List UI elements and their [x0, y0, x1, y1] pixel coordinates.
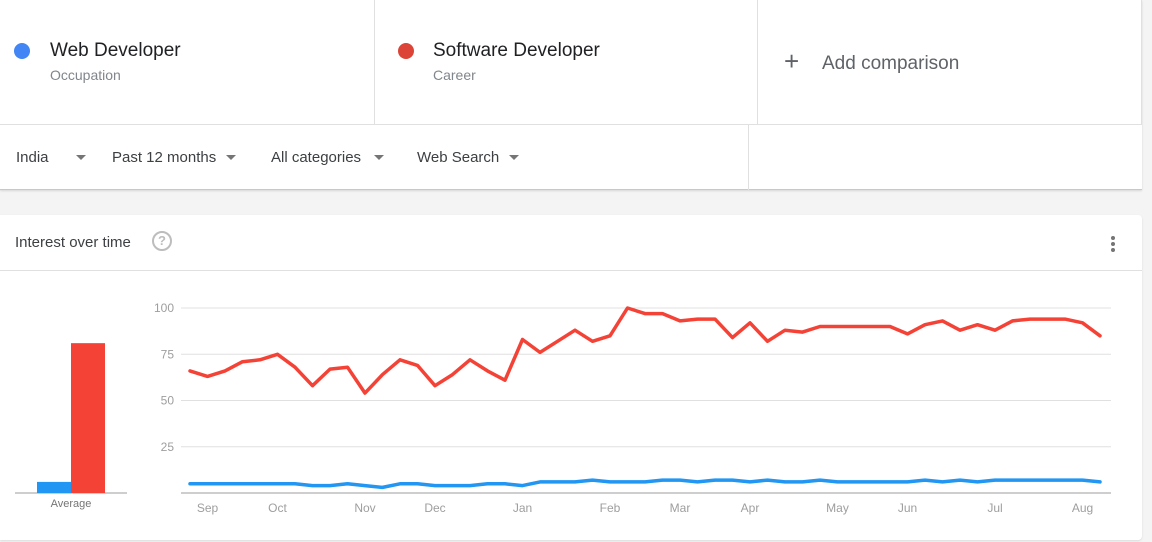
series-color-dot-icon — [398, 43, 414, 59]
y-tick-label: 75 — [161, 347, 175, 361]
filter-label: Web Search — [417, 149, 500, 166]
caret-down-icon — [226, 155, 237, 160]
x-tick-label: Jan — [513, 501, 532, 515]
x-tick-label: Apr — [741, 501, 760, 515]
average-label: Average — [51, 498, 92, 510]
explore-header: Web Developer Occupation Software Develo… — [0, 0, 1142, 190]
y-tick-label: 25 — [161, 440, 175, 454]
average-bar-web-developer — [37, 481, 71, 493]
y-tick-label: 50 — [161, 394, 175, 408]
filter-region-dropdown[interactable]: India — [16, 149, 86, 166]
series-line-software-developer — [188, 306, 1102, 395]
x-tick-label: Feb — [600, 501, 621, 515]
caret-down-icon — [509, 155, 520, 160]
filter-label: Past 12 months — [112, 149, 217, 166]
filter-time-range-dropdown[interactable]: Past 12 months — [112, 149, 237, 166]
x-tick-label: Oct — [268, 501, 287, 515]
series-lines — [188, 306, 1102, 490]
comparison-terms: Web Developer Occupation Software Develo… — [0, 0, 1142, 125]
add-comparison-label: Add comparison — [822, 53, 960, 74]
filter-label: All categories — [271, 149, 362, 166]
filter-bar: India Past 12 months All categories Web … — [0, 125, 1142, 190]
y-tick-label: 100 — [154, 301, 174, 315]
plus-icon: + — [784, 46, 800, 76]
interest-over-time-card: Interest over time ? Average 25 50 75 100 S… — [0, 215, 1142, 540]
term-type: Career — [433, 67, 476, 83]
x-tick-label: Mar — [670, 501, 691, 515]
term-name: Web Developer — [50, 40, 181, 61]
filter-label: India — [16, 149, 49, 166]
x-tick-label: Sep — [197, 501, 219, 515]
x-tick-label: Nov — [354, 501, 375, 515]
x-tick-label: May — [826, 501, 849, 515]
term-software-developer[interactable]: Software Developer Career — [375, 0, 758, 125]
average-bar-software-developer — [71, 343, 105, 493]
filter-search-type-dropdown[interactable]: Web Search — [417, 149, 520, 166]
add-comparison-button[interactable]: + Add comparison — [758, 0, 1142, 125]
caret-down-icon — [374, 155, 385, 160]
y-axis-ticks: 25 50 75 100 — [154, 301, 174, 454]
series-line-web-developer — [188, 478, 1102, 490]
x-tick-label: Jun — [898, 501, 917, 515]
average-bar-chart: Average — [15, 343, 127, 510]
gridlines — [181, 307, 1111, 494]
x-tick-label: Dec — [424, 501, 445, 515]
term-web-developer[interactable]: Web Developer Occupation — [0, 0, 375, 125]
x-tick-label: Aug — [1072, 501, 1093, 515]
x-tick-label: Jul — [987, 501, 1002, 515]
x-axis-ticks: Sep Oct Nov Dec Jan Feb Mar Apr May Jun Jul Aug — [197, 501, 1093, 515]
series-color-dot-icon — [14, 43, 30, 59]
term-type: Occupation — [50, 67, 121, 83]
filter-category-dropdown[interactable]: All categories — [271, 149, 385, 166]
caret-down-icon — [75, 155, 86, 160]
interest-chart: Average 25 50 75 100 Sep Oct Nov Dec Jan Feb Mar A… — [15, 301, 1111, 515]
term-name: Software Developer — [433, 40, 600, 61]
